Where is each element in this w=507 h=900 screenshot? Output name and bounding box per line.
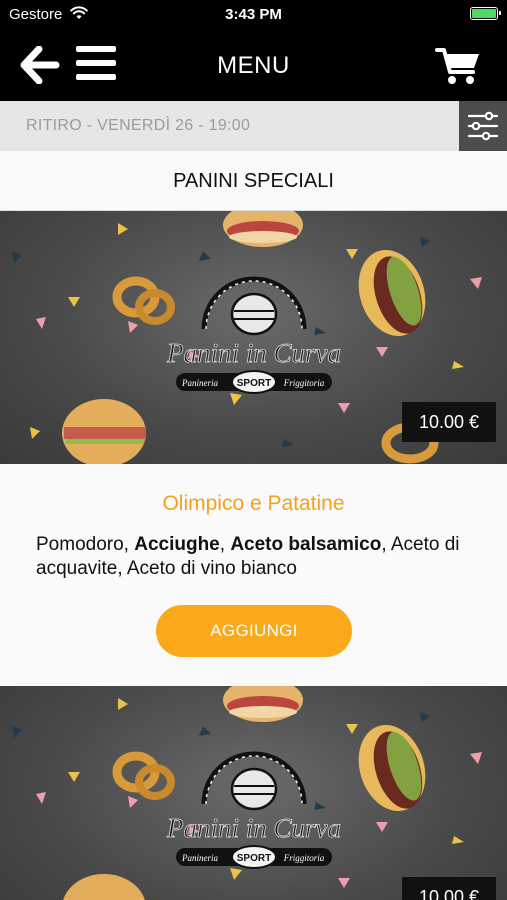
product-details: Olimpico e Patatine Pomodoro, Acciughe, … [0, 464, 507, 686]
logo-right: Friggitoria [283, 378, 325, 388]
nav-bar: MENU [0, 28, 507, 101]
pickup-bar[interactable]: RITIRO - VENERDÌ 26 - 19:00 [0, 101, 507, 151]
filter-button[interactable] [459, 101, 507, 151]
logo-center: SPORT [237, 378, 271, 389]
add-to-cart-button[interactable]: AGGIUNGI [156, 605, 352, 657]
sliders-icon [467, 111, 499, 141]
price-badge: 10.00 € [402, 877, 496, 900]
cart-icon[interactable] [435, 46, 481, 86]
section-header: PANINI SPECIALI [0, 151, 507, 211]
product-card: Panini in Curva Panineria SPORT Friggito… [0, 211, 507, 686]
clock-label: 3:43 PM [225, 6, 282, 23]
logo-center: SPORT [237, 853, 271, 864]
product-ingredients: Pomodoro, Acciughe, Aceto balsamico, Ace… [36, 534, 460, 579]
pickup-time-label[interactable]: RITIRO - VENERDÌ 26 - 19:00 [26, 117, 250, 135]
logo-brand: Panini in Curva [166, 813, 341, 843]
product-name: Olimpico e Patatine [162, 492, 345, 515]
burger-illustration: Panini in Curva Panineria SPORT Friggito… [12, 686, 482, 900]
logo-left: Panineria [181, 853, 218, 863]
logo-right: Friggitoria [283, 853, 325, 863]
app-screen: Gestore 3:43 PM MENU RITIRO - VENERDÌ 26… [0, 0, 507, 900]
product-image[interactable]: Panini in Curva Panineria SPORT Friggito… [0, 686, 507, 900]
product-card: Panini in Curva Panineria SPORT Friggito… [0, 686, 507, 900]
battery-icon [470, 7, 501, 20]
status-bar: Gestore 3:43 PM [0, 0, 507, 28]
logo-left: Panineria [181, 378, 218, 388]
page-title: MENU [217, 52, 290, 79]
logo-brand: Panini in Curva [166, 338, 341, 368]
product-image[interactable]: Panini in Curva Panineria SPORT Friggito… [0, 211, 507, 464]
price-badge: 10.00 € [402, 402, 496, 442]
section-title: PANINI SPECIALI [173, 170, 334, 192]
